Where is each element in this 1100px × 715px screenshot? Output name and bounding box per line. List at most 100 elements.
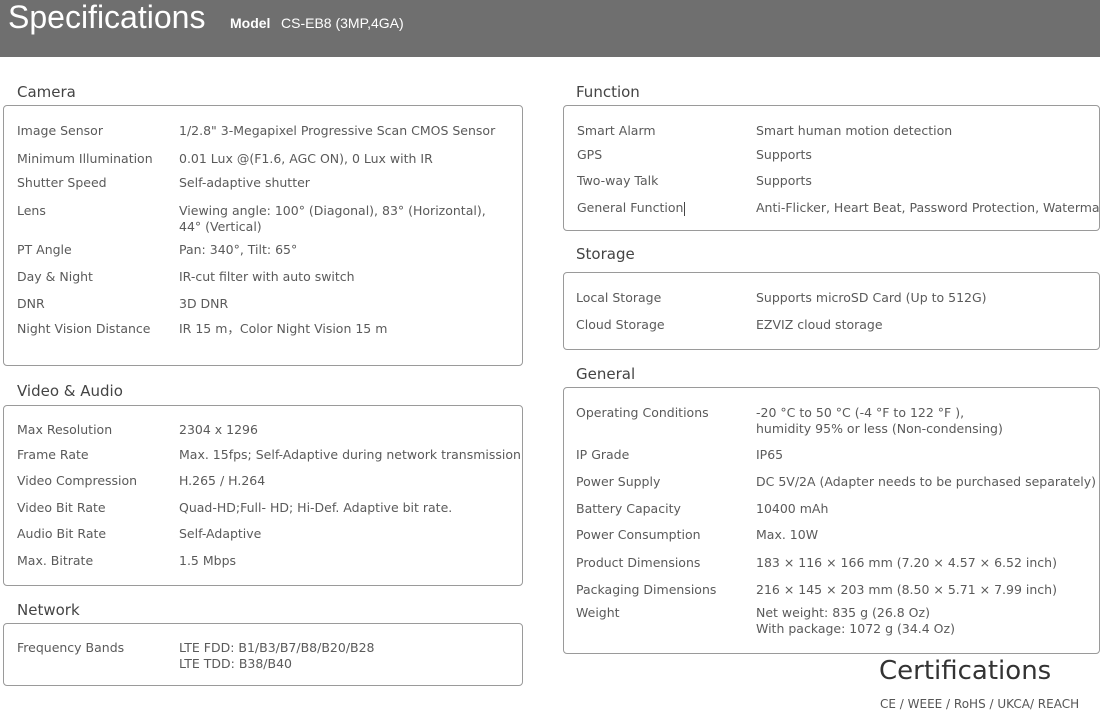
video-audio-spec-box: Max Resolution 2304 x 1296 Frame Rate Max. … (3, 405, 523, 586)
spec-value-line: 216 × 145 × 203 mm (8.50 × 5.71 × 7.99 i… (756, 582, 1057, 597)
spec-value-line: Self-adaptive shutter (179, 175, 310, 190)
spec-label: Weight (576, 605, 620, 620)
spec-label: GPS (577, 147, 603, 162)
spec-value-line: 0.01 Lux @(F1.6, AGC ON), 0 Lux with IR (179, 151, 433, 166)
network-spec-box: Frequency Bands LTE FDD: B1/B3/B7/B8/B20/… (3, 623, 523, 686)
spec-value: Smart human motion detection (756, 123, 952, 139)
text-cursor (684, 201, 686, 216)
page-title: Specifications (8, 0, 206, 35)
spec-label: Cloud Storage (576, 317, 665, 332)
spec-value: Self-adaptive shutter (179, 175, 310, 191)
spec-value-line: Pan: 340°, Tilt: 65° (179, 242, 298, 257)
spec-value: Quad-HD;Full- HD; Hi-Def. Adaptive bit r… (179, 500, 452, 516)
spec-label: Smart Alarm (577, 123, 656, 138)
spec-value: 1/2.8" 3-Megapixel Progressive Scan CMOS… (179, 123, 495, 139)
spec-value-line: H.265 / H.264 (179, 473, 266, 488)
section-title-camera: Camera (17, 83, 76, 101)
spec-value-line: Supports (756, 147, 812, 162)
spec-value-line: Quad-HD;Full- HD; Hi-Def. Adaptive bit r… (179, 500, 453, 515)
spec-label: Power Supply (576, 474, 661, 489)
spec-value-line: Supports (756, 173, 812, 188)
spec-value-line: EZVIZ cloud storage (756, 317, 883, 332)
spec-value-line: IR-cut filter with auto switch (179, 269, 355, 284)
spec-label: Power Consumption (576, 527, 701, 542)
spec-label: Frequency Bands (17, 640, 125, 655)
spec-label: Product Dimensions (576, 555, 701, 570)
spec-label: Lens (17, 203, 46, 218)
spec-value: Max. 15fps; Self-Adaptive during network… (179, 447, 521, 463)
spec-value-line: 44° (Vertical) (179, 219, 262, 234)
spec-label: Two-way Talk (577, 173, 659, 188)
spec-value: 0.01 Lux @(F1.6, AGC ON), 0 Lux with IR (179, 151, 433, 167)
function-spec-box: Smart Alarm Smart human motion detection G… (563, 105, 1100, 231)
spec-value: 3D DNR (179, 296, 228, 312)
header-bar: Specifications Model CS-EB8 (3MP,4GA) (0, 0, 1100, 57)
spec-value: Supports (756, 147, 812, 163)
spec-value: IR-cut filter with auto switch (179, 269, 355, 285)
spec-value: -20 °C to 50 °C (-4 °F to 122 °F ), humid… (756, 405, 1003, 437)
spec-value: 183 × 116 × 166 mm (7.20 × 4.57 × 6.52 i… (756, 555, 1057, 571)
spec-label: Max Resolution (17, 422, 113, 437)
spec-value: IR 15 m，Color Night Vision 15 m (179, 321, 387, 337)
certifications-list: CE / WEEE / RoHS / UKCA/ REACH (880, 697, 1080, 711)
spec-label: Day & Night (17, 269, 93, 284)
model-label: Model (230, 15, 271, 31)
spec-value: 2304 x 1296 (179, 422, 258, 438)
spec-label: Packaging Dimensions (576, 582, 717, 597)
spec-label: Frame Rate (17, 447, 89, 462)
section-title-general: General (576, 365, 636, 383)
spec-value: H.265 / H.264 (179, 473, 265, 489)
spec-value: DC 5V/2A (Adapter needs to be purchased … (756, 474, 1096, 490)
spec-value: Pan: 340°, Tilt: 65° (179, 242, 297, 258)
spec-value: EZVIZ cloud storage (756, 317, 883, 333)
spec-label: Video Compression (17, 473, 138, 488)
spec-value-line: LTE FDD: B1/B3/B7/B8/B20/B28 (179, 640, 375, 655)
spec-value: 216 × 145 × 203 mm (8.50 × 5.71 × 7.99 i… (756, 582, 1057, 598)
spec-value: Supports (756, 173, 812, 189)
spec-label: DNR (17, 296, 45, 311)
spec-value-line: Net weight: 835 g (26.8 Oz) (756, 605, 930, 620)
spec-value-line: Viewing angle: 100° (Diagonal), 83° (Hor… (179, 203, 486, 218)
spec-value: LTE FDD: B1/B3/B7/B8/B20/B28 LTE TDD: B38… (179, 640, 375, 672)
spec-value-line: 3D DNR (179, 296, 229, 311)
spec-value-line: LTE TDD: B38/B40 (179, 656, 292, 671)
spec-value: Supports microSD Card (Up to 512G) (756, 290, 987, 306)
camera-spec-box: Image Sensor 1/2.8" 3-Megapixel Progressi… (3, 105, 523, 366)
general-spec-box: Operating Conditions -20 °C to 50 °C (-4 … (563, 387, 1100, 654)
spec-value-line: Max. 10W (756, 527, 819, 542)
spec-value: Net weight: 835 g (26.8 Oz) With package:… (756, 605, 955, 637)
spec-label: Battery Capacity (576, 501, 681, 516)
spec-value-line: Anti-Flicker, Heart Beat, Password Prote… (756, 200, 1100, 215)
spec-value-line: 1.5 Mbps (179, 553, 237, 568)
spec-value-line: 1/2.8" 3-Megapixel Progressive Scan CMOS… (179, 123, 496, 138)
spec-value: Anti-Flicker, Heart Beat, Password Prote… (756, 200, 1100, 216)
spec-value-line: 2304 x 1296 (179, 422, 258, 437)
spec-value-line: Self-Adaptive (179, 526, 262, 541)
section-title-network: Network (17, 601, 80, 619)
section-title-function: Function (576, 83, 640, 101)
spec-label: Max. Bitrate (17, 553, 94, 568)
spec-value-line: -20 °C to 50 °C (-4 °F to 122 °F ), (756, 405, 965, 420)
spec-value-line: IR 15 m，Color Night Vision 15 m (179, 321, 388, 336)
spec-label: Minimum Illumination (17, 151, 153, 166)
spec-label: Video Bit Rate (17, 500, 106, 515)
storage-spec-box: Local Storage Supports microSD Card (Up t… (563, 272, 1100, 350)
spec-label: Local Storage (576, 290, 662, 305)
spec-value: Self-Adaptive (179, 526, 261, 542)
spec-value: IP65 (756, 447, 783, 463)
spec-value-line: Smart human motion detection (756, 123, 953, 138)
certifications-title: Certifications (879, 656, 1052, 686)
section-title-storage: Storage (576, 245, 635, 263)
spec-value-line: humidity 95% or less (Non-condensing) (756, 421, 1003, 436)
spec-label: Audio Bit Rate (17, 526, 107, 541)
spec-value-line: DC 5V/2A (Adapter needs to be purchased … (756, 474, 1097, 489)
spec-value: Max. 10W (756, 527, 818, 543)
spec-label: General Function (577, 200, 686, 216)
spec-value-line: 10400 mAh (756, 501, 829, 516)
spec-label: Shutter Speed (17, 175, 107, 190)
spec-label: Operating Conditions (576, 405, 709, 420)
spec-value: 10400 mAh (756, 501, 828, 517)
model-value: CS-EB8 (3MP,4GA) (281, 15, 404, 31)
spec-value-line: With package: 1072 g (34.4 Oz) (756, 621, 955, 636)
section-title-video-audio: Video & Audio (17, 382, 123, 400)
